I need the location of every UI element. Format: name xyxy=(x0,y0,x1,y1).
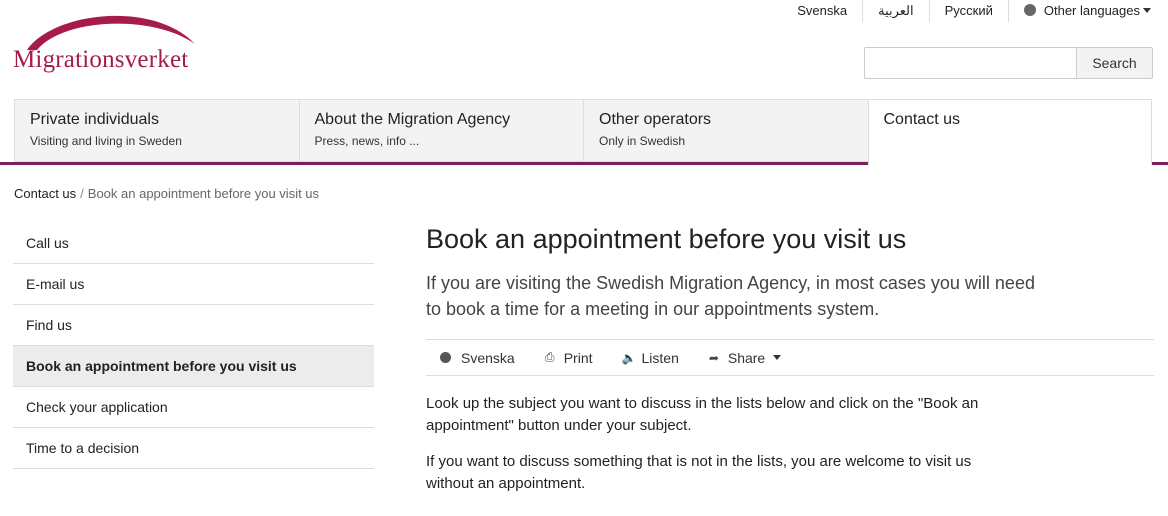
toolbar-share-label: Share xyxy=(727,349,766,366)
breadcrumb-separator: / xyxy=(80,186,84,201)
nav-item-title: About the Migration Agency xyxy=(314,111,511,128)
nav-item-title: Private individuals xyxy=(30,111,159,128)
site-logo[interactable]: Migrationsverket xyxy=(13,4,203,73)
sidebar-item-time-to-decision[interactable]: Time to a decision xyxy=(13,428,374,469)
sidebar-item-book-appointment[interactable]: Book an appointment before you visit us xyxy=(13,346,374,387)
sidebar-item-email-us[interactable]: E-mail us xyxy=(13,264,374,305)
lead-paragraph: If you are visiting the Swedish Migratio… xyxy=(426,273,1035,319)
speaker-icon: 🔈 xyxy=(621,350,637,365)
nav-item-contact-us[interactable]: Contact us xyxy=(867,99,1152,165)
body-paragraph: If you want to discuss something that is… xyxy=(426,453,972,492)
sidebar-item-find-us[interactable]: Find us xyxy=(13,305,374,346)
language-bar: Svenska العربية Русский Other languages xyxy=(797,0,1151,22)
breadcrumb-link-contact-us[interactable]: Contact us xyxy=(14,186,76,201)
breadcrumb-current: Book an appointment before you visit us xyxy=(87,186,320,201)
caret-down-icon xyxy=(773,355,782,360)
other-languages-label: Other languages xyxy=(1043,3,1140,18)
nav-item-subtitle: Only in Swedish xyxy=(599,134,686,148)
nav-item-private-individuals[interactable]: Private individuals Visiting and living … xyxy=(14,99,299,162)
search-button[interactable]: Search xyxy=(1076,47,1153,79)
nav-item-title: Other operators xyxy=(599,111,712,128)
share-icon: ➦ xyxy=(708,350,719,365)
sidebar-item-check-application[interactable]: Check your application xyxy=(13,387,374,428)
toolbar-language-button[interactable]: Svenska xyxy=(440,350,515,366)
language-link-svenska[interactable]: Svenska xyxy=(797,0,862,22)
main-navigation: Private individuals Visiting and living … xyxy=(14,99,1152,165)
nav-item-subtitle: Press, news, info ... xyxy=(314,134,420,148)
toolbar-language-label: Svenska xyxy=(461,349,515,366)
nav-item-about-agency[interactable]: About the Migration Agency Press, news, … xyxy=(298,99,583,162)
body-paragraph: Look up the subject you want to discuss … xyxy=(426,395,979,434)
print-icon: ⎙ xyxy=(544,350,555,364)
globe-icon xyxy=(1023,4,1036,16)
nav-item-subtitle: Visiting and living in Sweden xyxy=(30,134,182,148)
main-content: Book an appointment before you visit us … xyxy=(426,222,1154,509)
sidebar-nav: Call us E-mail us Find us Book an appoin… xyxy=(13,223,374,469)
sidebar-item-call-us[interactable]: Call us xyxy=(13,223,374,264)
search-input[interactable] xyxy=(864,47,1076,79)
nav-item-title: Contact us xyxy=(883,111,960,128)
toolbar-listen-button[interactable]: 🔈 Listen xyxy=(622,350,679,366)
logo-text: Migrationsverket xyxy=(13,46,189,73)
language-link-arabic[interactable]: العربية xyxy=(862,0,929,22)
nav-item-other-operators[interactable]: Other operators Only in Swedish xyxy=(583,99,868,162)
caret-down-icon xyxy=(1143,8,1151,13)
logo-arc-icon xyxy=(27,15,195,50)
other-languages-dropdown[interactable]: Other languages xyxy=(1007,0,1151,22)
breadcrumb: Contact us / Book an appointment before yo… xyxy=(14,186,319,201)
body-text: Look up the subject you want to discuss … xyxy=(426,393,1006,495)
toolbar-share-button[interactable]: ➦ Share xyxy=(708,349,782,366)
page-title: Book an appointment before you visit us xyxy=(426,224,907,254)
language-link-russian[interactable]: Русский xyxy=(928,0,1008,22)
toolbar-listen-label: Listen xyxy=(641,349,679,366)
page-toolbar: Svenska ⎙ Print 🔈 Listen ➦ Share xyxy=(426,339,1154,376)
toolbar-print-button[interactable]: ⎙ Print xyxy=(544,350,593,366)
globe-icon xyxy=(440,352,451,363)
toolbar-print-label: Print xyxy=(563,349,593,366)
